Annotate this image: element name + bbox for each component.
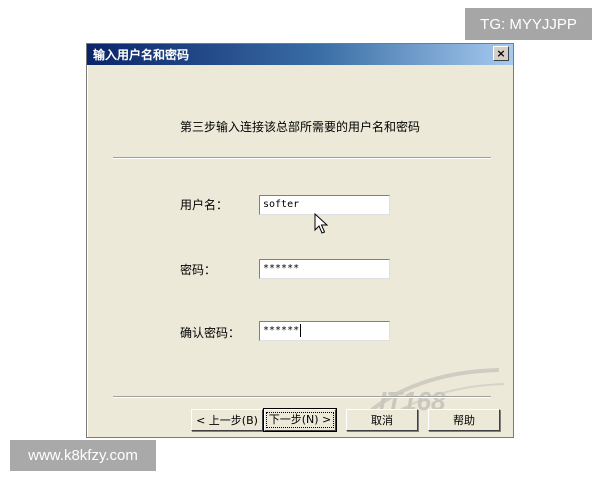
username-input[interactable]: softer [259, 195, 390, 215]
username-label: 用户名： [180, 198, 229, 212]
bottom-divider [113, 396, 491, 398]
confirm-password-value: ****** [263, 325, 300, 336]
tg-badge: TG: MYYJJPP [465, 8, 592, 40]
dialog-title: 输入用户名和密码 [93, 48, 190, 62]
step-instruction: 第三步输入连接该总部所需要的用户名和密码 [179, 120, 420, 134]
text-caret [300, 323, 302, 337]
next-button-label: 下一步(N) > [265, 412, 335, 428]
cancel-button[interactable]: 取消 [346, 409, 418, 431]
next-button[interactable]: 下一步(N) > [263, 408, 337, 432]
title-bar[interactable]: 输入用户名和密码 × [87, 44, 513, 65]
site-badge: www.k8kfzy.com [10, 440, 156, 471]
close-button[interactable]: × [493, 46, 509, 61]
credentials-dialog: 输入用户名和密码 × 第三步输入连接该总部所需要的用户名和密码 用户名： sof… [86, 43, 514, 438]
password-label: 密码： [180, 263, 217, 277]
back-button[interactable]: < 上一步(B) [191, 409, 263, 431]
password-input[interactable]: ****** [259, 259, 390, 279]
help-button[interactable]: 帮助 [428, 409, 500, 431]
confirm-password-input[interactable]: ****** [259, 321, 390, 341]
mouse-pointer-icon [314, 213, 328, 234]
confirm-password-label: 确认密码： [180, 326, 241, 340]
top-divider [113, 157, 491, 159]
